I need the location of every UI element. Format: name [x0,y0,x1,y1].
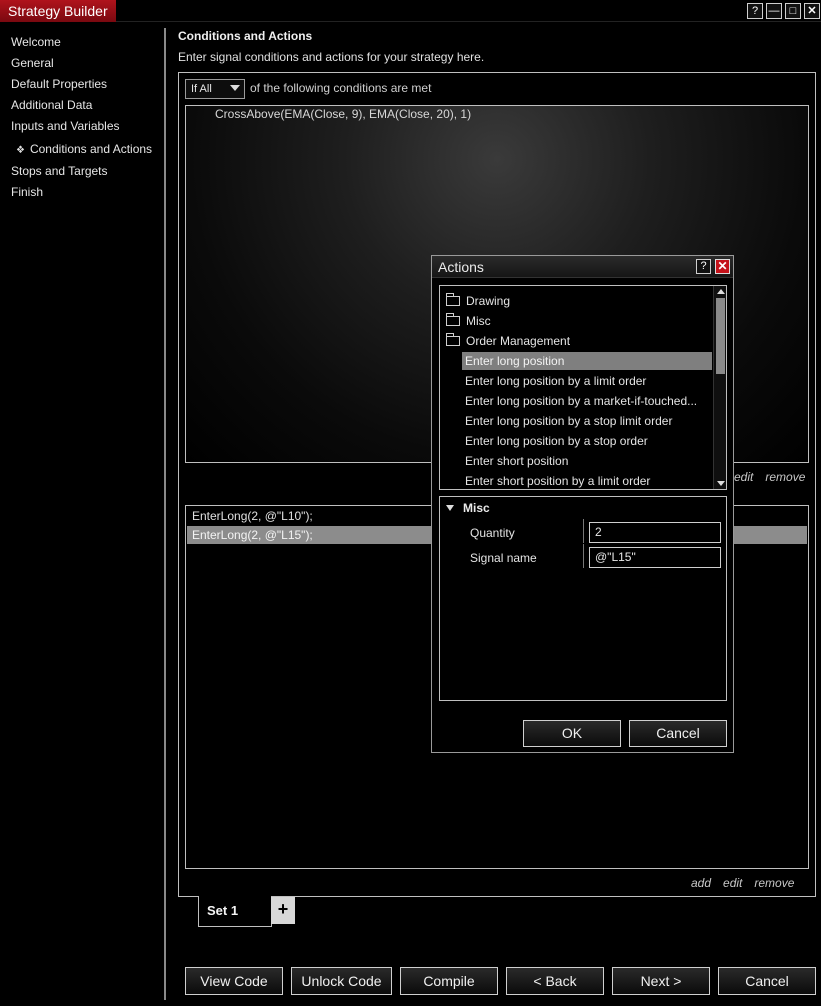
tree-item-enter-long-limit[interactable]: Enter long position by a limit order [462,372,712,390]
sidebar-item-welcome[interactable]: Welcome [11,34,61,50]
tab-set-1[interactable]: Set 1 [198,896,272,927]
properties-group-header[interactable]: Misc [446,501,490,515]
action-tree[interactable]: Drawing Misc Order Management Enter long… [439,285,727,490]
condition-mode-dropdown[interactable]: If All [185,79,245,99]
tree-folder-misc[interactable]: Misc [446,312,491,330]
help-button[interactable]: ? [747,3,763,19]
action-links: add edit remove [679,876,794,890]
ok-button[interactable]: OK [523,720,621,747]
sidebar-item-conditions-and-actions[interactable]: ❖ Conditions and Actions [16,141,152,157]
tree-folder-order-management[interactable]: Order Management [446,332,570,350]
condition-links: edit remove [722,470,805,484]
maximize-button[interactable]: □ [785,3,801,19]
quantity-label: Quantity [470,526,515,540]
sidebar-divider [164,28,166,1000]
sidebar-item-label: Conditions and Actions [29,142,153,156]
dialog-cancel-button[interactable]: Cancel [629,720,727,747]
tree-item-enter-long-mit[interactable]: Enter long position by a market-if-touch… [462,392,712,410]
folder-open-icon [446,333,460,346]
condition-edit-link[interactable]: edit [734,470,753,484]
action-add-link[interactable]: add [691,876,711,890]
app-title: Strategy Builder [0,0,116,22]
property-separator [583,544,584,568]
tree-item-enter-long-position[interactable]: Enter long position [462,352,712,370]
diamond-bullet-icon: ❖ [16,145,25,156]
view-code-button[interactable]: View Code [185,967,283,995]
sidebar-item-additional-data[interactable]: Additional Data [11,97,92,113]
back-button[interactable]: < Back [506,967,604,995]
tree-folder-drawing[interactable]: Drawing [446,292,510,310]
compile-button[interactable]: Compile [400,967,498,995]
next-button[interactable]: Next > [612,967,710,995]
condition-row[interactable]: CrossAbove(EMA(Close, 9), EMA(Close, 20)… [215,107,471,121]
sidebar-item-inputs-and-variables[interactable]: Inputs and Variables [11,118,120,134]
sidebar-item-default-properties[interactable]: Default Properties [11,76,107,92]
dialog-title: Actions [438,259,484,275]
signal-name-input[interactable]: @"L15" [589,547,721,568]
property-separator [583,519,584,543]
collapse-triangle-icon [446,505,454,511]
sidebar-item-finish[interactable]: Finish [11,184,43,200]
condition-remove-link[interactable]: remove [765,470,805,484]
page-description: Enter signal conditions and actions for … [178,50,485,64]
action-remove-link[interactable]: remove [754,876,794,890]
folder-icon [446,293,460,306]
action-edit-link[interactable]: edit [723,876,742,890]
folder-icon [446,313,460,326]
tree-item-enter-long-stop-limit[interactable]: Enter long position by a stop limit orde… [462,412,712,430]
sidebar-item-general[interactable]: General [11,55,54,71]
dialog-close-button[interactable]: ✕ [715,259,730,274]
dialog-title-bar[interactable]: Actions ? ✕ [432,256,733,278]
page-title: Conditions and Actions [178,29,313,43]
tree-item-enter-short-position[interactable]: Enter short position [462,452,712,470]
tree-item-enter-short-limit[interactable]: Enter short position by a limit order [462,472,712,489]
quantity-input[interactable]: 2 [589,522,721,543]
signal-name-label: Signal name [470,551,537,565]
dialog-help-button[interactable]: ? [696,259,711,274]
condition-mode-value: If All [191,83,212,95]
properties-grid: Misc Quantity 2 Signal name @"L15" [439,496,727,701]
chevron-down-icon [230,85,240,91]
tree-item-enter-long-stop[interactable]: Enter long position by a stop order [462,432,712,450]
cancel-button[interactable]: Cancel [718,967,816,995]
scroll-thumb[interactable] [716,298,725,374]
add-tab-button[interactable]: + [271,897,295,924]
close-button[interactable]: ✕ [804,3,820,19]
actions-dialog: Actions ? ✕ Drawing Misc Order Managemen… [431,255,734,753]
condition-mode-text: of the following conditions are met [250,81,432,95]
tree-scrollbar[interactable] [713,286,726,489]
sidebar-item-stops-and-targets[interactable]: Stops and Targets [11,163,108,179]
unlock-code-button[interactable]: Unlock Code [291,967,392,995]
title-bar: Strategy Builder ? — □ ✕ [0,0,821,22]
minimize-button[interactable]: — [766,3,782,19]
scroll-down-icon[interactable] [717,481,725,486]
sidebar: Welcome General Default Properties Addit… [0,28,164,1006]
scroll-up-icon[interactable] [717,289,725,294]
